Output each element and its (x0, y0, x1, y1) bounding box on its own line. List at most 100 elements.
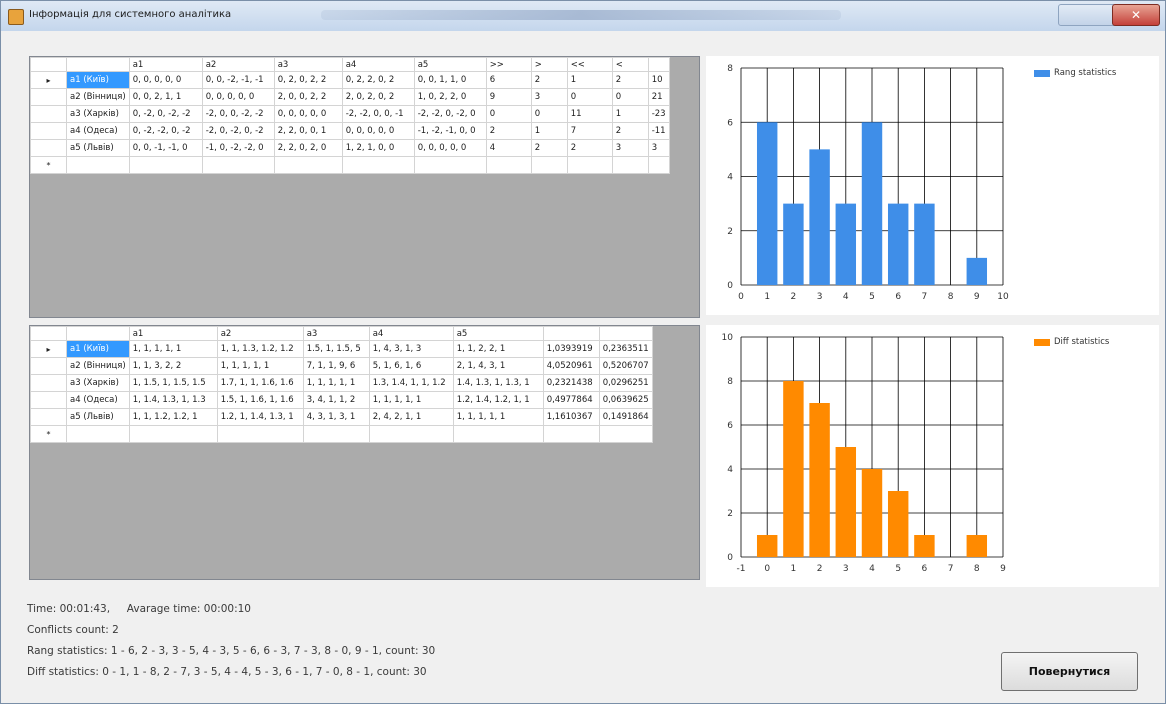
table-cell[interactable]: 1, 0, 2, 2, 0 (413, 88, 487, 106)
table-cell[interactable]: 0 (611, 88, 649, 106)
table-cell[interactable]: 0, 2, 0, 2, 2 (273, 71, 343, 89)
table-cell[interactable]: 5, 1, 6, 1, 6 (368, 357, 454, 375)
comparison-grid[interactable]: a1 a2 a3 a4 a5 >> > << < ▸ a1 (Київ) 0, 0, 0, 0, 00… (29, 56, 700, 318)
column-header[interactable]: a3 (273, 57, 343, 72)
row-name-cell[interactable]: a4 (Одеса) (66, 391, 130, 409)
column-header[interactable]: a5 (413, 57, 487, 72)
table-cell[interactable]: 0, -2, -2, 0, -2 (128, 122, 203, 140)
table-cell[interactable]: 1.4, 1.3, 1, 1.3, 1 (452, 374, 544, 392)
table-cell[interactable]: 0, 0, 0, 0, 0 (341, 122, 415, 140)
column-header[interactable]: a3 (302, 326, 370, 341)
table-cell[interactable]: 1, 1, 1, 1, 1 (128, 340, 218, 358)
table-row[interactable]: a4 (Одеса) 1, 1.4, 1.3, 1, 1.3 1.5, 1, 1.6… (30, 391, 653, 409)
column-header[interactable]: >> (485, 57, 532, 72)
table-cell[interactable]: 0,0639625 (598, 391, 653, 409)
table-cell[interactable]: -23 (647, 105, 670, 123)
row-header[interactable] (30, 139, 67, 157)
table-cell[interactable]: 0 (566, 88, 613, 106)
table-cell[interactable]: -2, -2, 0, -2, 0 (413, 105, 487, 123)
table-row[interactable]: a3 (Харків) 0, -2, 0, -2, -2 -2, 0, 0, -2,… (30, 105, 670, 123)
column-header[interactable] (66, 326, 130, 341)
table-cell[interactable]: 1.2, 1, 1.4, 1.3, 1 (216, 408, 304, 426)
table-cell[interactable]: 2, 2, 0, 0, 1 (273, 122, 343, 140)
table-cell[interactable]: 1.2, 1.4, 1.2, 1, 1 (452, 391, 544, 409)
new-row[interactable]: * (30, 156, 670, 174)
table-cell[interactable]: 2, 4, 2, 1, 1 (368, 408, 454, 426)
table-cell[interactable]: 1, 1, 1, 1, 1 (368, 391, 454, 409)
table-cell[interactable]: 0,0296251 (598, 374, 653, 392)
column-header[interactable]: a1 (128, 326, 218, 341)
table-row[interactable]: ▸ a1 (Київ) 0, 0, 0, 0, 0 0, 0, -2, -1, -1 0… (30, 71, 670, 89)
table-cell[interactable]: 7, 1, 1, 9, 6 (302, 357, 370, 375)
empty-cell[interactable] (273, 156, 343, 174)
column-header[interactable]: a1 (128, 57, 203, 72)
table-cell[interactable]: 0 (530, 105, 568, 123)
table-cell[interactable]: 1, 1, 2, 2, 1 (452, 340, 544, 358)
empty-cell[interactable] (598, 425, 653, 443)
table-cell[interactable]: 1 (611, 105, 649, 123)
table-cell[interactable]: 1, 1, 1, 1, 1 (302, 374, 370, 392)
row-name-cell[interactable]: a1 (Київ) (66, 71, 130, 89)
table-cell[interactable]: 1 (530, 122, 568, 140)
empty-cell[interactable] (368, 425, 454, 443)
table-cell[interactable]: 4, 3, 1, 3, 1 (302, 408, 370, 426)
table-cell[interactable]: 1, 1.5, 1, 1.5, 1.5 (128, 374, 218, 392)
comparison-table[interactable]: a1 a2 a3 a4 a5 >> > << < ▸ a1 (Київ) 0, 0, 0, 0, 00… (30, 57, 670, 174)
table-cell[interactable]: -1, 0, -2, -2, 0 (201, 139, 275, 157)
table-cell[interactable]: 0, 0, -1, -1, 0 (128, 139, 203, 157)
window-controls[interactable]: ✕ (1058, 4, 1160, 26)
new-row-marker[interactable]: * (30, 425, 67, 443)
empty-cell[interactable] (302, 425, 370, 443)
table-cell[interactable]: -2, 0, 0, -2, -2 (201, 105, 275, 123)
row-name-cell[interactable]: a2 (Вінниця) (66, 357, 130, 375)
table-cell[interactable]: 9 (485, 88, 532, 106)
empty-cell[interactable] (647, 156, 670, 174)
row-header[interactable]: ▸ (30, 340, 67, 358)
row-header[interactable] (30, 374, 67, 392)
table-cell[interactable]: 0, 0, -2, -1, -1 (201, 71, 275, 89)
table-cell[interactable]: 0,4977864 (542, 391, 600, 409)
table-row[interactable]: a4 (Одеса) 0, -2, -2, 0, -2 -2, 0, -2, 0, … (30, 122, 670, 140)
empty-cell[interactable] (201, 156, 275, 174)
column-header[interactable]: > (530, 57, 568, 72)
row-header[interactable] (30, 88, 67, 106)
table-cell[interactable]: 3 (530, 88, 568, 106)
table-row[interactable]: a2 (Вінниця) 1, 1, 3, 2, 2 1, 1, 1, 1, 1 7,… (30, 357, 653, 375)
row-name-cell[interactable]: a5 (Львів) (66, 408, 130, 426)
table-cell[interactable]: -11 (647, 122, 670, 140)
table-cell[interactable]: 1, 1, 1, 1, 1 (452, 408, 544, 426)
empty-cell[interactable] (485, 156, 532, 174)
empty-cell[interactable] (341, 156, 415, 174)
table-cell[interactable]: 21 (647, 88, 670, 106)
table-cell[interactable]: -2, -2, 0, 0, -1 (341, 105, 415, 123)
table-cell[interactable]: 3 (611, 139, 649, 157)
table-cell[interactable]: 1, 2, 1, 0, 0 (341, 139, 415, 157)
column-header[interactable] (542, 326, 600, 341)
column-header[interactable]: a4 (341, 57, 415, 72)
row-name-cell[interactable]: a1 (Київ) (66, 340, 130, 358)
new-row[interactable]: * (30, 425, 653, 443)
table-cell[interactable]: 1.5, 1, 1.6, 1, 1.6 (216, 391, 304, 409)
table-cell[interactable]: 1.3, 1.4, 1, 1, 1.2 (368, 374, 454, 392)
table-cell[interactable]: 2 (485, 122, 532, 140)
table-row[interactable]: a2 (Вінниця) 0, 0, 2, 1, 1 0, 0, 0, 0, 0 2,… (30, 88, 670, 106)
row-header[interactable] (30, 105, 67, 123)
column-header[interactable]: a4 (368, 326, 454, 341)
table-row[interactable]: a5 (Львів) 0, 0, -1, -1, 0 -1, 0, -2, -2, … (30, 139, 670, 157)
empty-cell[interactable] (530, 156, 568, 174)
table-cell[interactable]: -2, 0, -2, 0, -2 (201, 122, 275, 140)
column-header[interactable]: a2 (216, 326, 304, 341)
table-cell[interactable]: 1.7, 1, 1, 1.6, 1.6 (216, 374, 304, 392)
table-cell[interactable]: 0 (485, 105, 532, 123)
row-name-cell[interactable]: a5 (Львів) (66, 139, 130, 157)
table-cell[interactable]: 4,0520961 (542, 357, 600, 375)
table-row[interactable]: a5 (Львів) 1, 1, 1.2, 1.2, 1 1.2, 1, 1.4, … (30, 408, 653, 426)
table-cell[interactable]: 7 (566, 122, 613, 140)
column-header[interactable] (66, 57, 130, 72)
table-cell[interactable]: -1, -2, -1, 0, 0 (413, 122, 487, 140)
table-cell[interactable]: 1, 1, 1.3, 1.2, 1.2 (216, 340, 304, 358)
table-cell[interactable]: 2 (611, 122, 649, 140)
table-cell[interactable]: 3 (647, 139, 670, 157)
table-row[interactable]: ▸ a1 (Київ) 1, 1, 1, 1, 1 1, 1, 1.3, 1.2, 1… (30, 340, 653, 358)
table-cell[interactable]: 1, 1, 1.2, 1.2, 1 (128, 408, 218, 426)
